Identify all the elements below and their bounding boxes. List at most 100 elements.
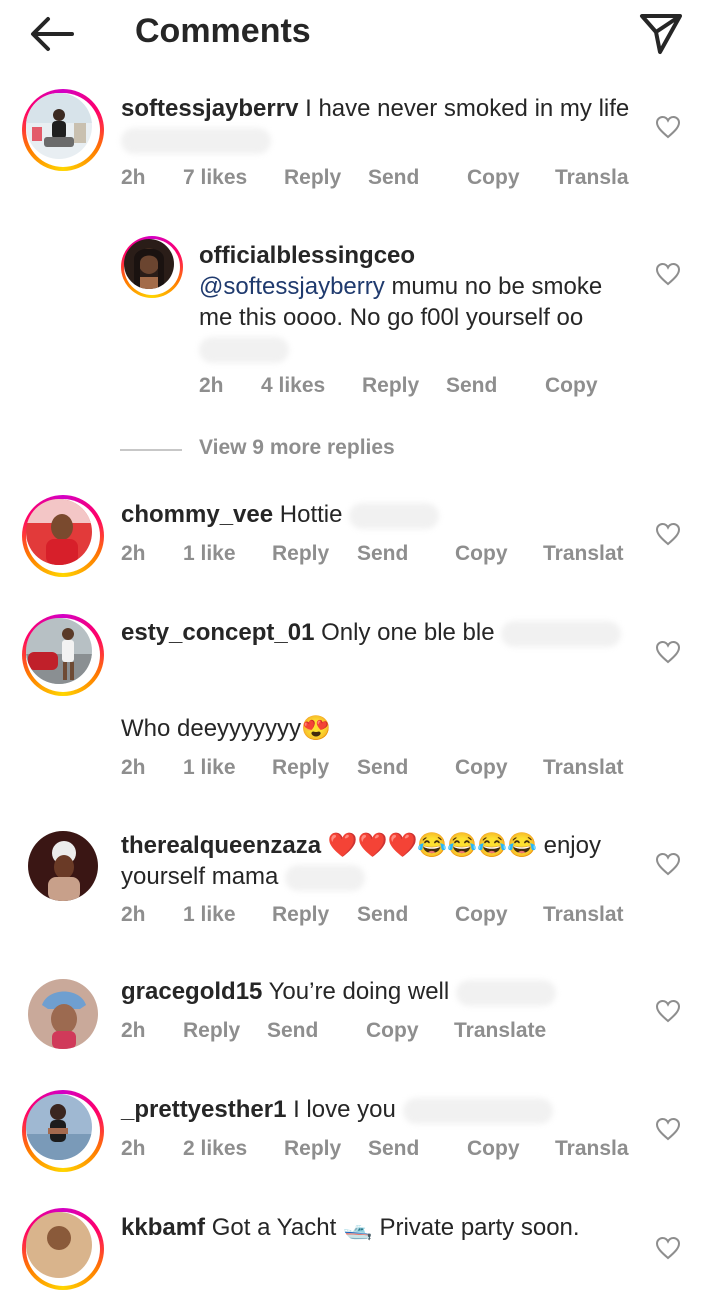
arrow-left-icon[interactable] [26, 14, 78, 54]
likes-count[interactable]: 4 likes [261, 374, 325, 398]
heart-icon[interactable] [655, 852, 681, 876]
translate-button[interactable]: Translat [543, 756, 624, 780]
translate-button[interactable]: Translate [454, 1019, 546, 1043]
heart-icon[interactable] [655, 262, 681, 286]
copy-button[interactable]: Copy [467, 1137, 520, 1161]
heart-eyes-emoji: 😍 [301, 715, 331, 742]
avatar-photo [26, 1212, 92, 1278]
comment-text: softessjayberrv I have never smoked in m… [121, 93, 641, 155]
send-button[interactable]: Send [368, 166, 419, 190]
redacted-blur [199, 336, 289, 363]
translate-button[interactable]: Transla [555, 166, 629, 190]
likes-count[interactable]: 1 like [183, 903, 236, 927]
likes-count[interactable]: 1 like [183, 542, 236, 566]
paper-plane-icon[interactable] [636, 10, 686, 56]
timestamp: 2h [121, 166, 146, 189]
likes-count[interactable]: 1 like [183, 756, 236, 780]
likes-count[interactable]: 2 likes [183, 1137, 247, 1161]
avatar-photo [28, 979, 98, 1049]
comment-actions: 2h 1 like Reply Send Copy Translat [121, 903, 641, 933]
comment-username[interactable]: _prettyesther1 [121, 1096, 286, 1123]
timestamp: 2h [121, 1137, 146, 1160]
comment-body: You’re doing well [268, 978, 450, 1005]
comment-username[interactable]: therealqueenzaza [121, 832, 321, 859]
comment-username[interactable]: officialblessingceo [199, 240, 629, 271]
comment-body: I have never smoked in my life [305, 95, 630, 122]
reply-button[interactable]: Reply [272, 756, 329, 780]
divider-line [120, 449, 182, 451]
avatar[interactable] [121, 236, 183, 298]
comment-body: Only one ble ble [321, 619, 495, 646]
avatar[interactable] [28, 831, 98, 901]
redacted-blur [455, 979, 556, 1006]
comment-username[interactable]: softessjayberrv [121, 95, 298, 122]
reply-button[interactable]: Reply [272, 903, 329, 927]
avatar[interactable] [22, 614, 104, 696]
page-title: Comments [135, 12, 311, 50]
redacted-blur [349, 502, 440, 529]
reply-button[interactable]: Reply [284, 1137, 341, 1161]
avatar-photo [26, 93, 92, 159]
comment-actions: 2h 1 like Reply Send Copy Translat [121, 756, 641, 786]
comment-actions: 2h 2 likes Reply Send Copy Transla [121, 1137, 641, 1167]
timestamp: 2h [121, 756, 146, 779]
comment-text: gracegold15 You’re doing well [121, 976, 641, 1007]
view-more-label[interactable]: View 9 more replies [199, 436, 395, 460]
comment-actions: 2h Reply Send Copy Translate [121, 1019, 641, 1049]
timestamp: 2h [121, 903, 146, 926]
avatar[interactable] [22, 1090, 104, 1172]
emoji-hearts-laughs: ❤️❤️❤️😂😂😂😂 [327, 832, 537, 859]
copy-button[interactable]: Copy [455, 756, 508, 780]
comment-actions: 2h 4 likes Reply Send Copy [199, 374, 639, 404]
send-button[interactable]: Send [357, 903, 408, 927]
comment-text: esty_concept_01 Only one ble ble Who dee… [121, 617, 641, 744]
heart-icon[interactable] [655, 999, 681, 1023]
comment-body-line2: Who deeyyyyyyy [121, 715, 302, 742]
reply-button[interactable]: Reply [362, 374, 419, 398]
heart-icon[interactable] [655, 640, 681, 664]
comment-text: _prettyesther1 I love you [121, 1094, 641, 1125]
comment-body: Got a Yacht 🛥️ Private party soon. [211, 1214, 580, 1241]
likes-count[interactable]: 7 likes [183, 166, 247, 190]
send-button[interactable]: Send [357, 542, 408, 566]
reply-button[interactable]: Reply [183, 1019, 240, 1043]
copy-button[interactable]: Copy [455, 542, 508, 566]
avatar-photo [28, 831, 98, 901]
comment-body: Hottie [279, 501, 343, 528]
reply-button[interactable]: Reply [284, 166, 341, 190]
avatar[interactable] [28, 979, 98, 1049]
avatar-photo [26, 1094, 92, 1160]
comment-username[interactable]: esty_concept_01 [121, 619, 314, 646]
send-button[interactable]: Send [267, 1019, 318, 1043]
avatar[interactable] [22, 495, 104, 577]
avatar[interactable] [22, 1208, 104, 1290]
mention-link[interactable]: @softessjayberry [199, 273, 385, 300]
comment-username[interactable]: gracegold15 [121, 978, 262, 1005]
translate-button[interactable]: Transla [555, 1137, 629, 1161]
comment-body: I love you [293, 1096, 396, 1123]
avatar[interactable] [22, 89, 104, 171]
heart-icon[interactable] [655, 522, 681, 546]
heart-icon[interactable] [655, 115, 681, 139]
copy-button[interactable]: Copy [455, 903, 508, 927]
copy-button[interactable]: Copy [545, 374, 598, 398]
copy-button[interactable]: Copy [467, 166, 520, 190]
redacted-blur [285, 864, 366, 891]
heart-icon[interactable] [655, 1236, 681, 1260]
translate-button[interactable]: Translat [543, 542, 624, 566]
comment-username[interactable]: chommy_vee [121, 501, 273, 528]
reply-button[interactable]: Reply [272, 542, 329, 566]
timestamp: 2h [121, 542, 146, 565]
timestamp: 2h [121, 1019, 146, 1042]
send-button[interactable]: Send [368, 1137, 419, 1161]
copy-button[interactable]: Copy [366, 1019, 419, 1043]
comment-username[interactable]: kkbamf [121, 1214, 205, 1241]
heart-icon[interactable] [655, 1117, 681, 1141]
send-button[interactable]: Send [357, 756, 408, 780]
redacted-blur [501, 620, 622, 647]
avatar-photo [26, 618, 92, 684]
avatar-photo [26, 499, 92, 565]
send-button[interactable]: Send [446, 374, 497, 398]
translate-button[interactable]: Translat [543, 903, 624, 927]
comment-text: therealqueenzaza ❤️❤️❤️😂😂😂😂 enjoy yourse… [121, 830, 641, 892]
